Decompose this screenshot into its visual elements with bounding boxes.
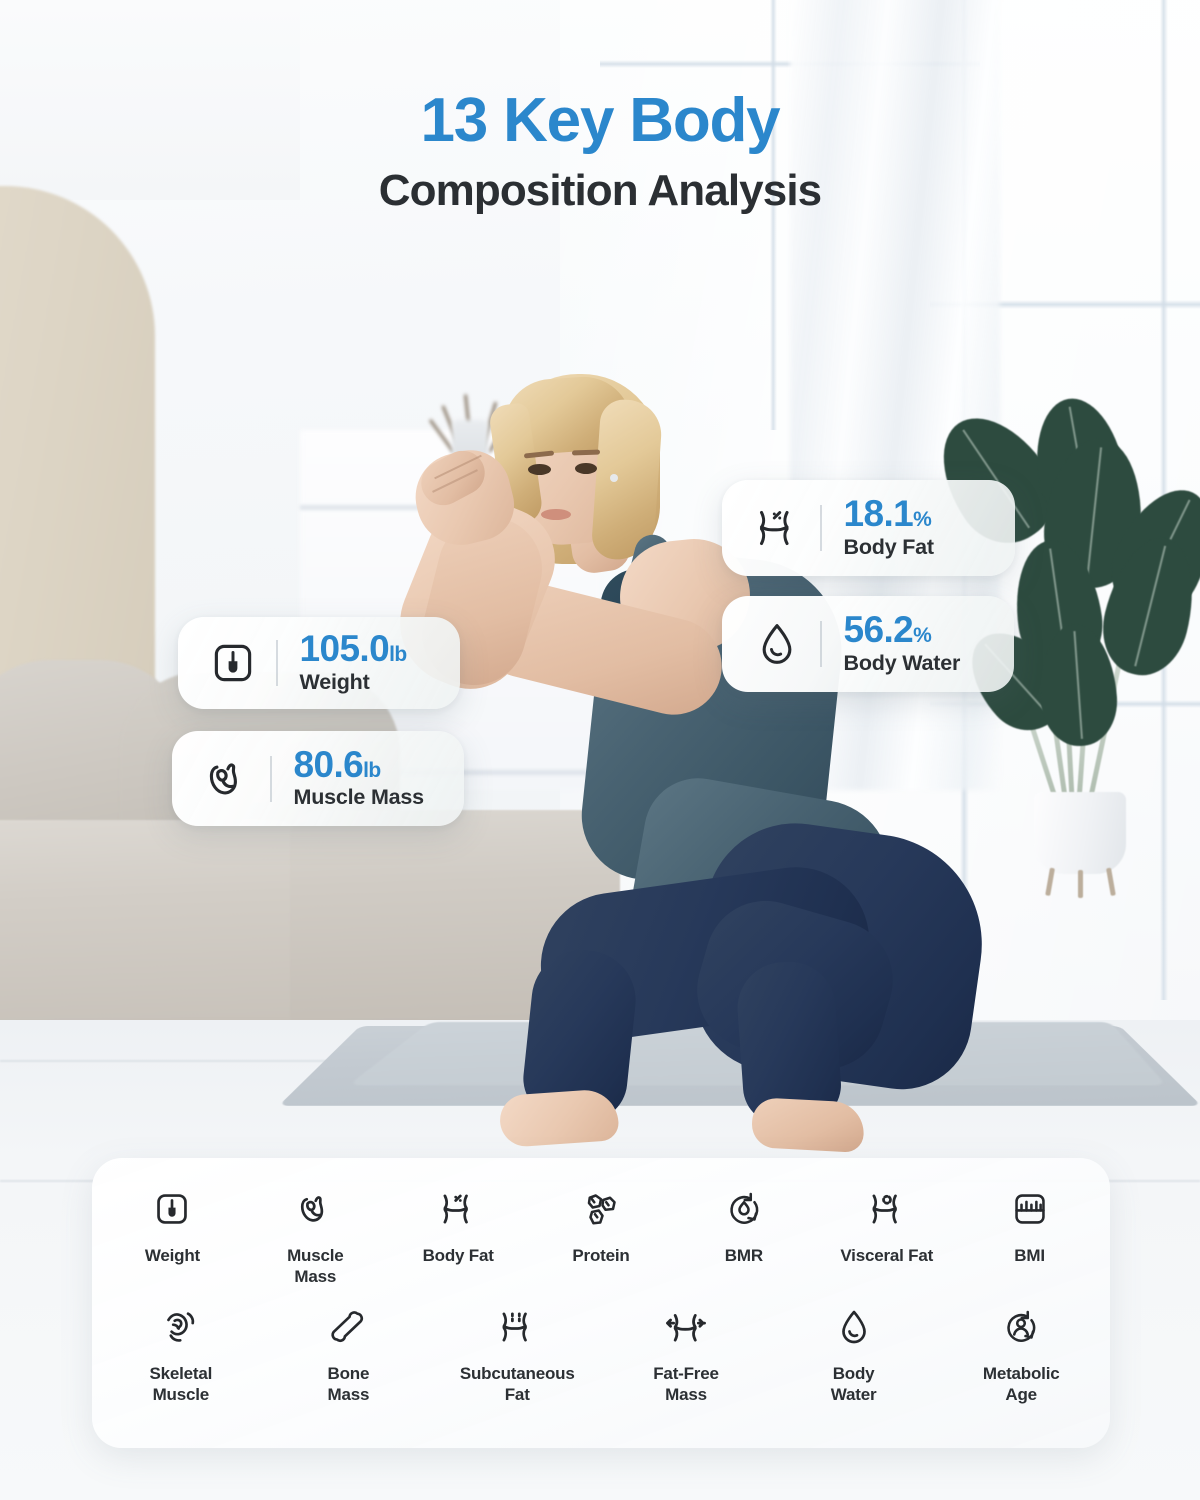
metric-badge-weight: 105.0lb Weight: [178, 617, 460, 709]
fat-free-mass-icon: [665, 1302, 707, 1352]
feature-protein: Protein: [555, 1184, 648, 1266]
water-drop-icon: [838, 1302, 870, 1352]
feature-label: Protein: [572, 1246, 630, 1265]
earring: [610, 474, 618, 482]
bmi-icon: [1013, 1184, 1047, 1234]
muscle-icon: [297, 1184, 333, 1234]
feature-label: Muscle Mass: [287, 1246, 344, 1287]
feature-bmi: BMI: [983, 1184, 1076, 1266]
bone-icon: [329, 1302, 367, 1352]
title-headline: 13 Key Body: [420, 86, 781, 155]
badge-value: 80.6lb: [293, 743, 382, 785]
eye: [575, 463, 597, 474]
title-subheadline: Composition Analysis: [378, 165, 822, 215]
eye: [528, 464, 551, 475]
feature-visceral-fat: Visceral Fat: [840, 1184, 933, 1266]
page-title: 13 Key Body Composition Analysis: [0, 86, 1200, 215]
feature-skeletal-muscle: Skeletal Muscle: [126, 1302, 236, 1406]
feature-label: Skeletal Muscle: [149, 1363, 213, 1405]
feature-body-water: Body Water: [799, 1302, 909, 1406]
feature-bmr: BMR: [697, 1184, 790, 1266]
feature-label: Metabolic Age: [982, 1363, 1060, 1405]
badge-value: 18.1%: [843, 493, 932, 535]
badge-label: Body Water: [843, 650, 961, 675]
features-panel: Weight Muscle Mass Body Fat Protein BMR …: [92, 1158, 1110, 1448]
metric-badge-muscle-mass: 80.6lb Muscle Mass: [172, 731, 464, 826]
scale-icon: [204, 642, 262, 684]
subcutaneous-fat-icon: [497, 1302, 537, 1352]
feature-label: Body Fat: [422, 1246, 494, 1265]
feature-label: Bone Mass: [327, 1363, 370, 1405]
body-fat-icon: [438, 1184, 478, 1234]
feature-label: Visceral Fat: [840, 1246, 934, 1265]
feature-label: Weight: [144, 1246, 200, 1265]
feature-fat-free-mass: Fat-Free Mass: [631, 1302, 741, 1406]
feature-label: Body Water: [830, 1363, 877, 1405]
feature-label: Fat-Free Mass: [653, 1363, 719, 1405]
metric-badge-body-fat: 18.1% Body Fat: [722, 480, 1015, 576]
muscle-icon: [198, 757, 256, 801]
feature-body-fat: Body Fat: [412, 1184, 505, 1266]
foot: [498, 1087, 620, 1149]
skeletal-muscle-icon: [162, 1302, 200, 1352]
badge-divider: [270, 755, 272, 802]
badge-value: 56.2%: [843, 609, 932, 651]
badge-label: Body Fat: [843, 534, 935, 559]
lips: [541, 509, 571, 520]
badge-divider: [820, 505, 822, 551]
feature-bone-mass: Bone Mass: [294, 1302, 404, 1406]
protein-icon: [583, 1184, 619, 1234]
feature-label: BMR: [724, 1246, 763, 1265]
metric-badge-body-water: 56.2% Body Water: [722, 596, 1014, 692]
badge-divider: [820, 621, 822, 667]
body-fat-icon: [748, 508, 806, 548]
feature-metabolic-age: Metabolic Age: [966, 1302, 1076, 1406]
badge-divider: [276, 640, 278, 686]
foot: [750, 1097, 866, 1153]
badge-label: Weight: [299, 669, 370, 694]
feature-muscle-mass: Muscle Mass: [269, 1184, 362, 1288]
water-drop-icon: [748, 622, 806, 666]
badge-label: Muscle Mass: [293, 785, 425, 810]
metabolic-age-icon: [1003, 1302, 1039, 1352]
visceral-fat-icon: [867, 1184, 907, 1234]
badge-value: 105.0lb: [299, 628, 408, 670]
features-row-1: Weight Muscle Mass Body Fat Protein BMR …: [126, 1184, 1076, 1288]
feature-subcutaneous-fat: Subcutaneous Fat: [459, 1302, 575, 1406]
eyebrow: [571, 449, 601, 456]
features-row-2: Skeletal Muscle Bone Mass Subcutaneous F…: [126, 1302, 1076, 1406]
scale-icon: [155, 1184, 189, 1234]
feature-weight: Weight: [126, 1184, 219, 1266]
feature-label: Subcutaneous Fat: [459, 1363, 575, 1405]
bmr-flame-icon: [726, 1184, 762, 1234]
feature-label: BMI: [1014, 1246, 1045, 1265]
